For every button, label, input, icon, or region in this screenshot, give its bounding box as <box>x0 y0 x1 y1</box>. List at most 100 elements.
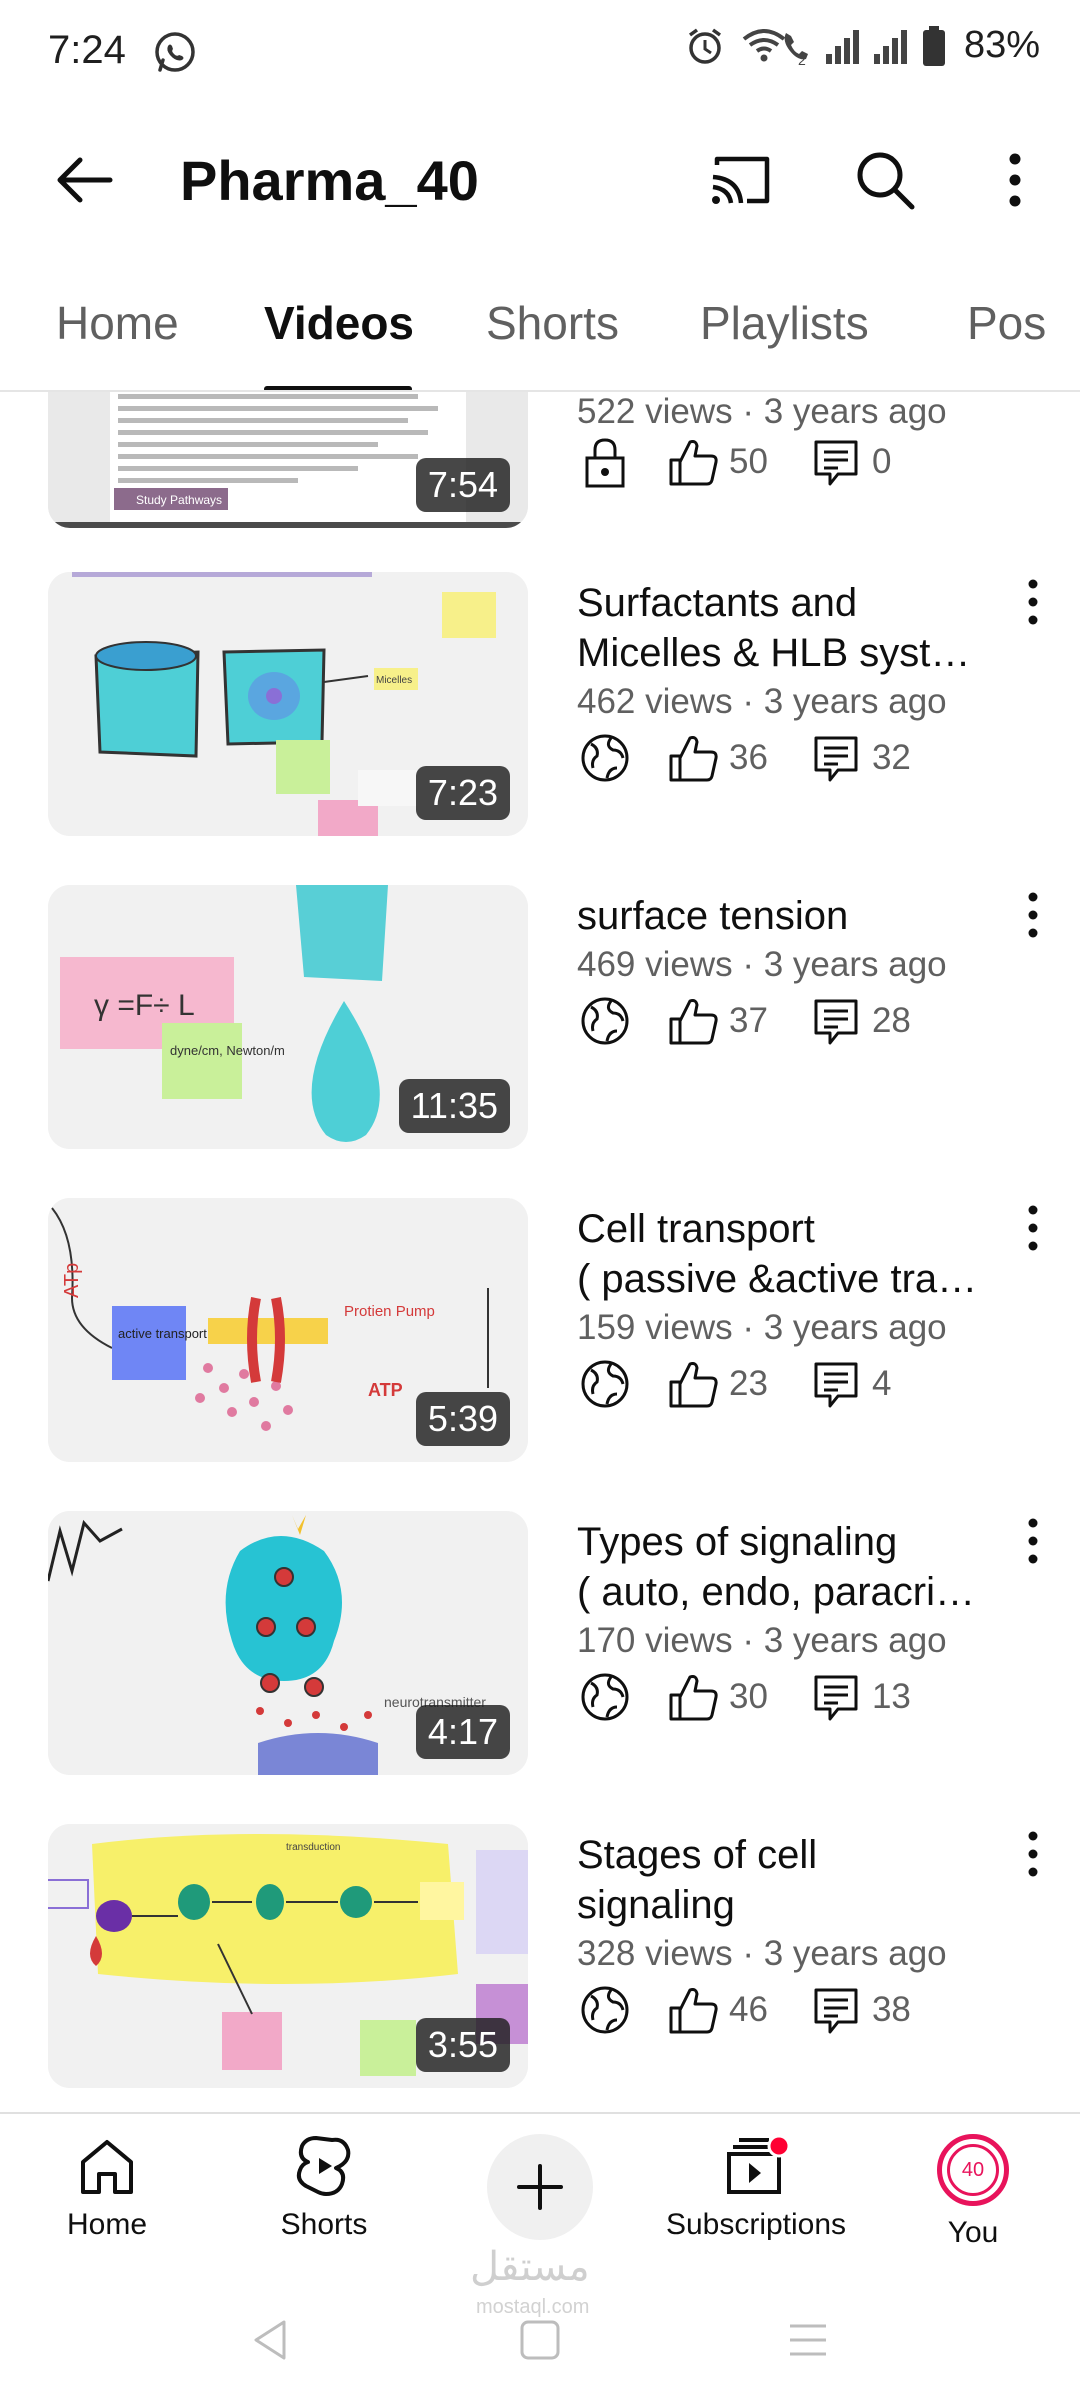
video-duration: 3:55 <box>415 2018 510 2072</box>
video-stats: 37 28 <box>577 991 951 1051</box>
video-thumbnail[interactable]: transduction 3:55 <box>48 1824 528 2088</box>
video-thumbnail[interactable]: ATp active transport Protien Pump ATP 5:… <box>48 1198 528 1462</box>
nav-home[interactable]: Home <box>7 2134 207 2242</box>
comment-count: 13 <box>871 1677 911 1716</box>
tab-videos[interactable]: Videos <box>264 296 414 350</box>
search-icon[interactable] <box>850 145 920 215</box>
like-icon[interactable] <box>665 1669 721 1725</box>
svg-text:2: 2 <box>798 52 806 67</box>
like-icon[interactable] <box>665 993 721 1049</box>
tab-home[interactable]: Home <box>56 296 179 350</box>
back-triangle-icon[interactable] <box>248 2316 292 2364</box>
video-stats: 36 32 <box>577 728 951 788</box>
video-title[interactable]: surface tension <box>577 891 997 941</box>
tab-posts[interactable]: Pos <box>967 296 1046 350</box>
thumbnail-text: Study Pathways <box>136 493 222 507</box>
video-title[interactable]: Types of signaling ( auto, endo, paracri… <box>577 1517 997 1617</box>
video-stats: 50 0 <box>577 432 931 492</box>
video-more-icon[interactable] <box>1010 1511 1056 1571</box>
more-vert-icon[interactable] <box>985 145 1045 215</box>
comment-count: 38 <box>871 1990 911 2029</box>
like-count: 23 <box>729 1364 768 1403</box>
nav-subscriptions[interactable]: Subscriptions <box>656 2134 856 2242</box>
video-more-icon[interactable] <box>1010 1198 1056 1258</box>
globe-icon <box>581 1673 629 1721</box>
globe-icon <box>581 1360 629 1408</box>
comment-icon[interactable] <box>808 1356 864 1412</box>
video-item[interactable]: ATp active transport Protien Pump ATP 5:… <box>0 1198 1080 1468</box>
comment-icon[interactable] <box>808 1669 864 1725</box>
thumbnail-text: active transport <box>118 1326 207 1341</box>
video-title[interactable]: Stages of cell signaling <box>577 1830 997 1930</box>
like-icon[interactable] <box>665 730 721 786</box>
thumbnail-note: dyne/cm, Newton/m <box>170 1043 285 1058</box>
like-count: 36 <box>729 738 768 777</box>
avatar: 40 <box>937 2134 1009 2206</box>
video-duration: 4:17 <box>415 1705 510 1759</box>
comment-icon[interactable] <box>808 1982 864 2038</box>
svg-text:ATP: ATP <box>368 1380 403 1400</box>
status-time: 7:24 <box>48 28 126 72</box>
comment-count: 0 <box>871 442 892 481</box>
like-icon[interactable] <box>665 1982 721 2038</box>
thumbnail-text: Micelles <box>376 675 412 686</box>
comment-icon[interactable] <box>808 730 864 786</box>
cast-icon[interactable] <box>705 145 775 215</box>
video-stats: 30 13 <box>577 1667 951 1727</box>
video-title[interactable]: Cell transport ( passive &active tra… <box>577 1204 997 1304</box>
thumbnail-text: transduction <box>286 1842 340 1853</box>
battery-level: 83% <box>963 24 1040 66</box>
video-item[interactable]: transduction 3:55 Stages of cell signali… <box>0 1824 1080 2094</box>
video-stats: 23 4 <box>577 1354 931 1414</box>
like-icon[interactable] <box>665 434 721 490</box>
video-thumbnail[interactable]: γ =F÷ L dyne/cm, Newton/m 11:35 <box>48 885 528 1149</box>
video-item[interactable]: Study Pathways 7:54 522 views · 3 years … <box>0 392 1080 534</box>
video-meta: 469 views · 3 years ago <box>577 945 947 984</box>
globe-icon <box>581 734 629 782</box>
video-item[interactable]: Micelles 7:23 Surfactants and Micelles &… <box>0 572 1080 842</box>
globe-icon <box>581 997 629 1045</box>
recents-menu-icon[interactable] <box>786 2316 830 2364</box>
create-button[interactable] <box>487 2134 593 2240</box>
channel-tabs: Home Videos Shorts Playlists Pos <box>0 270 1080 392</box>
comment-count: 28 <box>871 1001 911 1040</box>
video-thumbnail[interactable]: neurotransmitter 4:17 <box>48 1511 528 1775</box>
thumbnail-note: Protien Pump <box>344 1303 435 1320</box>
video-duration: 11:35 <box>398 1079 510 1133</box>
signal-icon-1 <box>825 29 859 64</box>
video-more-icon[interactable] <box>1010 572 1056 632</box>
whatsapp-icon <box>155 32 195 72</box>
video-more-icon[interactable] <box>1010 1824 1056 1884</box>
video-meta: 159 views · 3 years ago <box>577 1308 947 1347</box>
signal-icon-2 <box>873 29 907 64</box>
globe-icon <box>581 1986 629 2034</box>
watermark-logo: مستقل <box>470 2245 590 2289</box>
comment-count: 32 <box>871 738 911 777</box>
nav-shorts[interactable]: Shorts <box>224 2134 424 2242</box>
video-thumbnail[interactable]: Study Pathways 7:54 <box>48 392 528 528</box>
comment-icon[interactable] <box>808 993 864 1049</box>
avatar-text: 40 <box>947 2144 999 2196</box>
video-more-icon[interactable] <box>1010 885 1056 945</box>
svg-text:ATp: ATp <box>61 1263 83 1298</box>
subscriptions-icon <box>727 2134 791 2194</box>
like-icon[interactable] <box>665 1356 721 1412</box>
home-icon <box>81 2140 133 2194</box>
back-arrow-icon[interactable] <box>50 145 120 215</box>
video-item[interactable]: γ =F÷ L dyne/cm, Newton/m 11:35 surface … <box>0 885 1080 1155</box>
comment-count: 4 <box>871 1364 892 1403</box>
video-item[interactable]: neurotransmitter 4:17 Types of signaling… <box>0 1511 1080 1781</box>
video-stats: 46 38 <box>577 1980 951 2040</box>
video-meta: 522 views · 3 years ago <box>577 392 947 431</box>
video-meta: 462 views · 3 years ago <box>577 682 947 721</box>
video-title[interactable]: Surfactants and Micelles & HLB syst… <box>577 578 997 678</box>
watermark-url: mostaql.com <box>476 2296 590 2318</box>
nav-you[interactable]: 40 You <box>873 2134 1073 2250</box>
status-bar: 7:24 2 83% <box>0 0 1080 100</box>
comment-icon[interactable] <box>808 434 864 490</box>
video-thumbnail[interactable]: Micelles 7:23 <box>48 572 528 836</box>
tab-shorts[interactable]: Shorts <box>486 296 619 350</box>
channel-title: Pharma_40 <box>180 149 479 212</box>
home-square-icon[interactable] <box>516 2316 564 2364</box>
tab-playlists[interactable]: Playlists <box>700 296 869 350</box>
